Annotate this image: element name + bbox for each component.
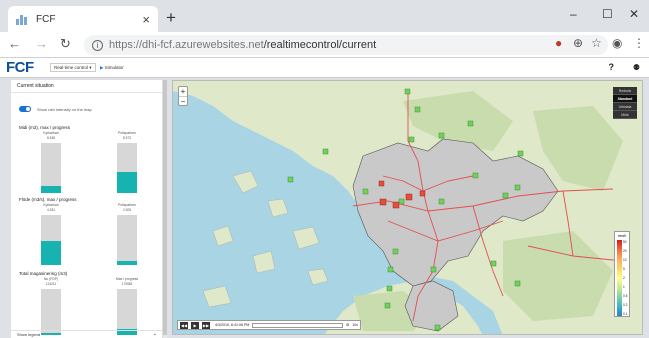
reload-icon[interactable]: ↻ [60,37,71,50]
user-icon[interactable]: ⚉ [633,63,640,72]
browser-tab-bar: FCF × + – ☐ ✕ [0,0,649,32]
rain-intensity-toggle[interactable] [19,106,31,112]
url-path: /realtimecontrol/current [263,39,377,51]
address-bar: ← → ↻ i https://dhi-fcf.azurewebsites.ne… [0,32,649,58]
zoom-out-button[interactable]: − [179,96,187,106]
legend-title: mm/h [617,234,627,238]
legend-tick: 0.5 [623,294,628,298]
storage-gauges: Nu (FDP) 124211 Max i progress 170584 [11,277,162,337]
maximize-icon[interactable]: ☐ [602,8,613,20]
legend-tick: 2 [623,276,625,280]
new-tab-button[interactable]: + [166,9,176,26]
zoom-control: + − [178,86,188,106]
rain-intensity-toggle-row[interactable]: Show rain intensity on the map [11,103,162,115]
panel-title: Current situation [11,80,162,93]
zoom-in-button[interactable]: + [179,87,187,96]
player-speed[interactable]: 10x [352,323,358,327]
island-7 [307,268,329,286]
player-time: 4/3/2019, 6:41:06 PM [215,323,250,327]
gauge-bar [41,289,61,335]
legend-tick: 5 [623,267,625,271]
gauge-value: 8 458 [47,136,55,140]
tab-close-icon[interactable]: × [142,13,150,26]
rewind-button[interactable]: ◀◀ [180,321,188,329]
flow-gauges: Kyrkarkan 4.281 Polisparken 2.305 [11,203,162,271]
forward-icon[interactable]: → [35,37,48,50]
gauge-value: 170584 [121,282,133,286]
bookmark-star-icon[interactable]: ☆ [591,37,602,49]
show-legend-toggle[interactable]: Show legend ⌄ [11,330,162,338]
gauge-fill [117,261,137,265]
current-situation-panel: Current situation Show rain intensity on… [11,80,163,338]
gauge-value: 4.281 [47,208,55,212]
legend-tick: 1 [623,285,625,289]
gauge-bar [117,289,137,335]
info-icon[interactable]: i [92,39,103,51]
island-1 [232,170,259,194]
simulator-menu[interactable]: ▶ Simulator [100,64,124,71]
legend-tick: 50 [623,240,627,244]
island-6 [202,285,232,308]
island-5 [292,226,320,250]
help-button[interactable]: ? [609,62,615,72]
play-button[interactable]: ▶ [191,321,199,329]
island-3 [212,225,234,247]
menu-kebab-icon[interactable]: ⋮ [633,37,645,49]
map-canvas [173,81,642,334]
fcf-favicon-icon [16,13,28,25]
rain-intensity-legend: mm/h 50 20 10 5 2 1 0.5 0.2 0.1 [614,231,630,317]
zoom-icon[interactable]: ⊕ [573,37,583,49]
legend-tick: 0.2 [623,303,628,307]
show-legend-label: Show legend [17,332,41,337]
back-icon[interactable]: ← [8,37,21,50]
island-2 [267,198,289,218]
gauge-bar [117,215,137,265]
layer-option-standard[interactable]: Standard [613,95,637,103]
url-host: https://dhi-fcf.azurewebsites.net [109,39,264,51]
gauge-value: 124211 [45,282,57,286]
gauge-bar [41,215,61,265]
timeline-slider[interactable] [252,322,343,328]
legend-gradient [617,240,622,316]
chevron-down-icon: ⌄ [152,331,157,337]
layer-option-urbidata[interactable]: Urbidata [613,103,637,111]
legend-ticks: 50 20 10 5 2 1 0.5 0.2 0.1 [623,240,627,316]
minimize-icon[interactable]: – [570,8,577,20]
legend-tick: 20 [623,249,627,253]
toggle-label: Show rain intensity on the map [37,106,92,112]
scrollbar-thumb[interactable] [163,80,167,335]
panel-scrollbar[interactable] [163,80,167,338]
realtime-control-menu[interactable]: Real-time control ▾ [50,63,96,72]
gauge-fill [41,186,61,193]
window-close-icon[interactable]: ✕ [629,8,639,20]
forward-button[interactable]: ▶▶ [202,321,210,329]
profile-icon[interactable]: ◉ [612,37,622,49]
time-player: ◀◀ ▶ ▶▶ 4/3/2019, 6:41:06 PM ⚙ 10x [177,320,361,330]
gauge-bar [41,143,61,193]
level-gauges: Kyrkarkan 8 458 Polisparken 8 573 [11,131,162,197]
map-view[interactable]: + − Redovis Standard Urbidata Mörk mm/h … [172,80,643,335]
simulator-label: Simulator [104,65,124,70]
legend-tick: 0.1 [623,312,628,316]
layer-option-mork[interactable]: Mörk [613,111,637,119]
extension-icon[interactable]: ● [555,37,562,49]
browser-tab[interactable]: FCF × [8,6,158,32]
url-input[interactable]: i https://dhi-fcf.azurewebsites.net/real… [84,35,608,55]
tab-title: FCF [36,13,56,25]
layer-option-redovis[interactable]: Redovis [613,87,637,95]
realtime-control-label: Real-time control [54,65,89,70]
gauge-fill [117,171,137,193]
island-4 [252,250,276,274]
basemap-layer-switcher: Redovis Standard Urbidata Mörk [613,87,637,119]
play-icon: ▶ [100,65,104,70]
fcf-logo: FCF [6,59,34,76]
speed-icon[interactable]: ⚙ [346,323,349,327]
gauge-value: 2.305 [123,208,131,212]
gauge-fill [41,241,61,265]
gauge-value: 8 573 [123,136,131,140]
app-header: FCF Real-time control ▾ ▶ Simulator ? ⚉ [0,58,649,78]
legend-tick: 10 [623,258,627,262]
gauge-bar [117,143,137,193]
